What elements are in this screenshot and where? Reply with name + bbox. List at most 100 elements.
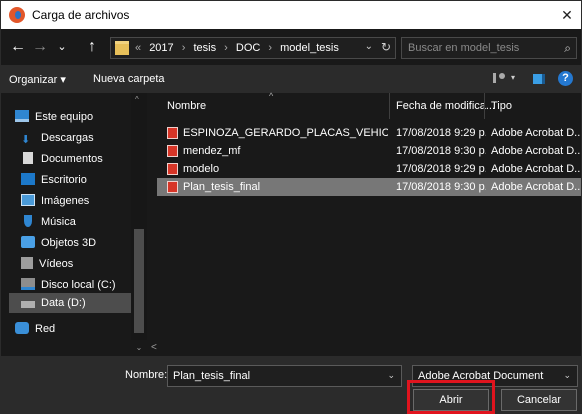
dialog-title: Carga de archivos bbox=[32, 8, 130, 22]
view-options-icon[interactable] bbox=[493, 73, 505, 83]
search-input[interactable]: Buscar en model_tesis ⌕ bbox=[401, 37, 577, 59]
sidebar-item-este-equipo[interactable]: Este equipo bbox=[15, 107, 145, 127]
view-dropdown-icon[interactable]: ▾ bbox=[511, 73, 515, 82]
address-dropdown-icon[interactable]: ⌄ bbox=[365, 41, 373, 52]
scroll-down-icon[interactable]: ⌄ bbox=[131, 340, 147, 356]
pdf-file-icon bbox=[167, 127, 178, 139]
file-type: Adobe Acrobat D... bbox=[491, 163, 581, 175]
desktop-icon bbox=[21, 173, 35, 185]
cancel-button[interactable]: Cancelar bbox=[501, 389, 577, 411]
scroll-left-icon[interactable]: < bbox=[151, 342, 157, 353]
close-button[interactable]: ✕ bbox=[553, 1, 581, 29]
navigation-pane-scrollbar[interactable]: ^ bbox=[131, 93, 147, 340]
file-row-selected[interactable]: Plan_tesis_final 17/08/2018 9:30 p.... A… bbox=[157, 178, 581, 196]
forward-button[interactable]: → bbox=[31, 38, 49, 56]
chevron-down-icon[interactable]: ⌄ bbox=[563, 370, 571, 381]
sidebar-item-label: Descargas bbox=[41, 132, 94, 144]
sidebar-item-label: Documentos bbox=[41, 153, 103, 165]
breadcrumb-2017[interactable]: 2017 bbox=[149, 42, 173, 54]
file-row[interactable]: ESPINOZA_GERARDO_PLACAS_VEHICUL... 17/08… bbox=[157, 124, 581, 142]
breadcrumb: « 2017 › tesis › DOC › model_tesis bbox=[135, 42, 344, 54]
file-name: Plan_tesis_final bbox=[183, 181, 261, 193]
file-name: modelo bbox=[183, 163, 220, 175]
file-name-label: Nombre: bbox=[125, 369, 168, 381]
file-date: 17/08/2018 9:30 p.... bbox=[396, 145, 486, 157]
breadcrumb-model-tesis[interactable]: model_tesis bbox=[280, 42, 339, 54]
file-date: 17/08/2018 9:29 p.... bbox=[396, 163, 486, 175]
navigation-bar: ← → ⌄ ↑ « 2017 › tesis › DOC › model_tes… bbox=[1, 29, 581, 65]
pdf-file-icon bbox=[167, 181, 178, 193]
breadcrumb-separator[interactable]: › bbox=[182, 42, 186, 54]
firefox-icon bbox=[9, 7, 25, 23]
sort-ascending-icon: ^ bbox=[269, 91, 274, 101]
pdf-file-icon bbox=[167, 145, 178, 157]
column-header-date[interactable]: Fecha de modifica... bbox=[396, 93, 496, 119]
preview-pane-icon[interactable] bbox=[533, 74, 545, 84]
file-name-panel: Nombre: Plan_tesis_final ⌄ Adobe Acrobat… bbox=[1, 356, 581, 414]
sidebar-item-label: Música bbox=[41, 216, 76, 228]
file-list-horizontal-scrollbar[interactable]: ⌄ < bbox=[131, 340, 581, 356]
help-icon[interactable]: ? bbox=[558, 71, 573, 86]
navigation-pane: Este equipo ⬇ Descargas Documentos Escrit… bbox=[1, 93, 149, 340]
search-icon[interactable]: ⌕ bbox=[564, 41, 571, 56]
sidebar-item-label: Escritorio bbox=[41, 174, 87, 186]
pdf-file-icon bbox=[167, 163, 178, 175]
computer-icon bbox=[15, 110, 29, 122]
folder-icon bbox=[115, 41, 129, 55]
download-icon: ⬇ bbox=[21, 134, 31, 146]
sidebar-item-label: Este equipo bbox=[35, 111, 94, 123]
column-divider[interactable] bbox=[484, 93, 485, 119]
column-divider[interactable] bbox=[389, 93, 390, 119]
scroll-up-icon[interactable]: ^ bbox=[135, 95, 139, 104]
scrollbar-thumb[interactable] bbox=[134, 229, 144, 333]
breadcrumb-overflow[interactable]: « bbox=[135, 42, 141, 54]
file-type: Adobe Acrobat D... bbox=[491, 127, 581, 139]
file-date: 17/08/2018 9:29 p.... bbox=[396, 127, 486, 139]
sidebar-item-red[interactable]: Red bbox=[15, 319, 145, 339]
music-icon bbox=[24, 215, 32, 227]
file-row[interactable]: mendez_mf 17/08/2018 9:30 p.... Adobe Ac… bbox=[157, 142, 581, 160]
file-name: mendez_mf bbox=[183, 145, 241, 157]
file-name-input[interactable]: Plan_tesis_final ⌄ bbox=[167, 365, 402, 387]
sidebar-item-label: Red bbox=[35, 323, 56, 335]
file-type: Adobe Acrobat D... bbox=[491, 181, 581, 193]
chevron-down-icon[interactable]: ⌄ bbox=[387, 370, 395, 381]
sidebar-item-label: Data (D:) bbox=[41, 297, 86, 309]
file-open-dialog: Carga de archivos ✕ ← → ⌄ ↑ « 2017 › tes… bbox=[0, 0, 582, 414]
file-type: Adobe Acrobat D... bbox=[491, 145, 581, 157]
file-row[interactable]: modelo 17/08/2018 9:29 p.... Adobe Acrob… bbox=[157, 160, 581, 178]
up-folder-button[interactable]: ↑ bbox=[83, 38, 101, 56]
file-name: ESPINOZA_GERARDO_PLACAS_VEHICUL... bbox=[183, 127, 388, 139]
column-header-name[interactable]: Nombre bbox=[167, 93, 367, 119]
organize-menu-button[interactable]: Organizar ▾ bbox=[9, 73, 66, 86]
sidebar-item-label: Imágenes bbox=[41, 195, 90, 207]
network-icon bbox=[15, 322, 29, 334]
drive-icon bbox=[21, 301, 35, 308]
column-header-type[interactable]: Tipo bbox=[491, 93, 581, 119]
breadcrumb-doc[interactable]: DOC bbox=[236, 42, 260, 54]
title-bar: Carga de archivos ✕ bbox=[1, 1, 581, 29]
pictures-icon bbox=[21, 194, 35, 206]
drive-icon bbox=[21, 278, 35, 290]
sidebar-item-label: Objetos 3D bbox=[41, 237, 97, 249]
breadcrumb-tesis[interactable]: tesis bbox=[193, 42, 216, 54]
breadcrumb-separator[interactable]: › bbox=[268, 42, 272, 54]
refresh-icon[interactable]: ↻ bbox=[381, 40, 391, 54]
search-placeholder: Buscar en model_tesis bbox=[408, 42, 520, 54]
file-list: Nombre ^ Fecha de modifica... Tipo ESPIN… bbox=[149, 91, 581, 340]
address-bar[interactable]: « 2017 › tesis › DOC › model_tesis ⌄ ↻ bbox=[110, 37, 396, 59]
recent-locations-button[interactable]: ⌄ bbox=[53, 38, 71, 56]
new-folder-button[interactable]: Nueva carpeta bbox=[93, 73, 165, 85]
objects-3d-icon bbox=[21, 236, 35, 248]
open-button[interactable]: Abrir bbox=[413, 389, 489, 411]
back-button[interactable]: ← bbox=[9, 38, 27, 56]
file-date: 17/08/2018 9:30 p.... bbox=[396, 181, 486, 193]
file-name-value: Plan_tesis_final bbox=[173, 370, 251, 382]
sidebar-item-data-d[interactable]: Data (D:) bbox=[9, 293, 145, 313]
command-bar: Organizar ▾ Nueva carpeta ▾ ? bbox=[1, 65, 581, 93]
sidebar-item-label: Disco local (C:) bbox=[41, 279, 116, 291]
sidebar-item-label: Vídeos bbox=[39, 258, 74, 270]
breadcrumb-separator[interactable]: › bbox=[224, 42, 228, 54]
documents-icon bbox=[23, 152, 33, 164]
videos-icon bbox=[21, 257, 33, 269]
